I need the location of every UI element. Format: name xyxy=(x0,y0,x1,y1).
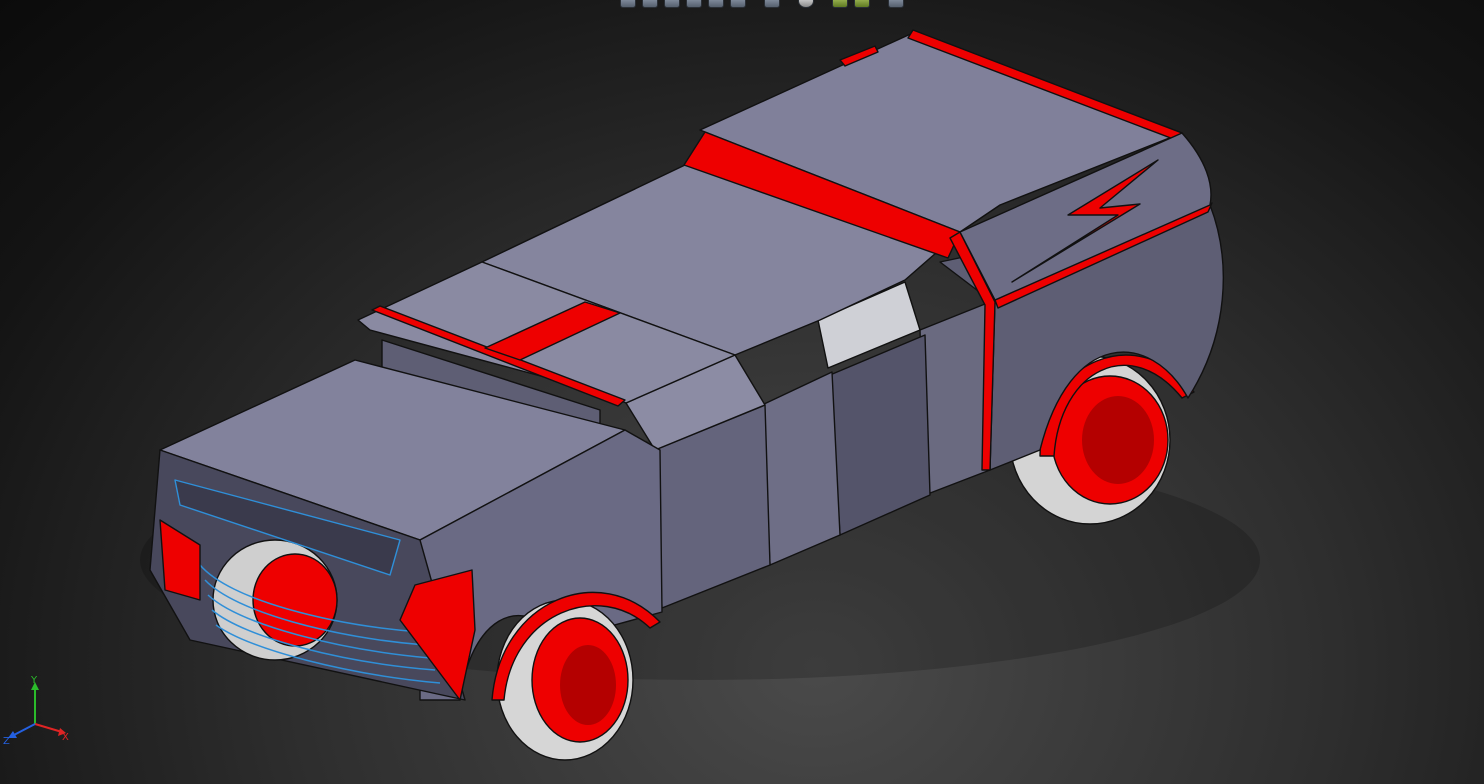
front-door-panel xyxy=(761,371,841,566)
scene-icon[interactable] xyxy=(832,0,848,8)
graphics-viewport[interactable] xyxy=(0,0,1484,784)
view-settings-icon[interactable] xyxy=(854,0,870,8)
previous-view-icon[interactable] xyxy=(664,0,680,8)
heads-up-view-toolbar xyxy=(620,0,965,10)
section-view-icon[interactable] xyxy=(686,0,702,8)
zoom-area-icon[interactable] xyxy=(642,0,658,8)
x-axis xyxy=(34,723,63,733)
appearance-icon[interactable] xyxy=(798,0,814,8)
front-wheel[interactable] xyxy=(496,599,634,761)
car-model[interactable] xyxy=(140,29,1260,761)
zoom-to-fit-icon[interactable] xyxy=(620,0,636,8)
z-axis-label: Z xyxy=(3,736,10,747)
reference-triad: Y X Z xyxy=(3,675,69,747)
display-manager-icon[interactable] xyxy=(888,0,904,8)
front-left-wheel[interactable] xyxy=(212,539,338,661)
hide-show-icon[interactable] xyxy=(764,0,780,8)
y-axis-label: Y xyxy=(30,675,38,686)
z-axis xyxy=(11,723,36,737)
x-axis-label: X xyxy=(62,732,69,743)
display-style-icon[interactable] xyxy=(730,0,746,8)
view-orientation-icon[interactable] xyxy=(708,0,724,8)
